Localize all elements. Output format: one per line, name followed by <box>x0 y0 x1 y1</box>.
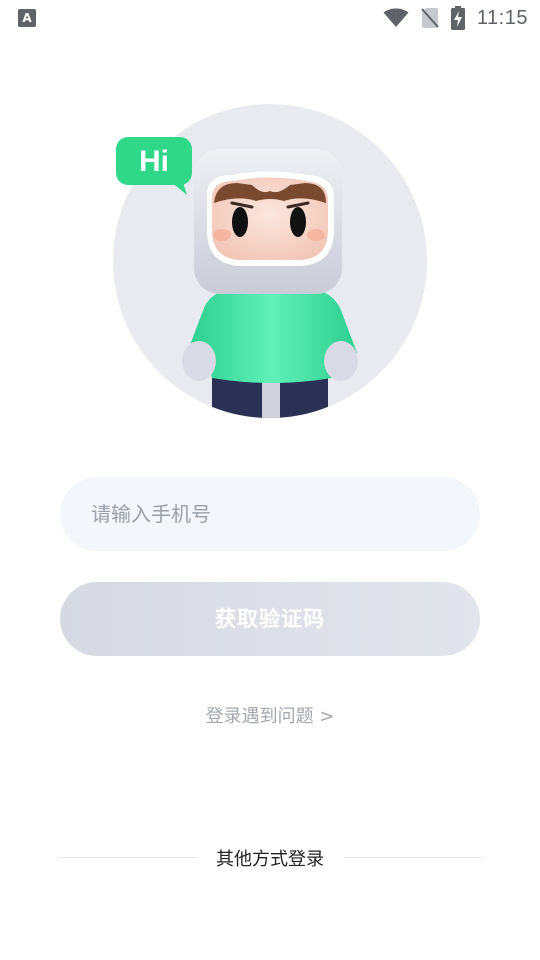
battery-charging-icon <box>450 6 465 30</box>
a-icon: A <box>18 9 36 27</box>
login-help-link[interactable]: 登录遇到问题 > <box>0 702 540 728</box>
no-sim-icon <box>421 8 439 28</box>
status-bar-right: 11:15 <box>383 6 528 30</box>
other-login-label: 其他方式登录 <box>216 849 324 870</box>
phone-input[interactable] <box>60 477 480 551</box>
speech-bubble-text: Hi <box>139 145 169 178</box>
wifi-icon <box>383 8 409 27</box>
phone-field-container <box>60 477 480 551</box>
status-time: 11:15 <box>476 6 528 29</box>
mascot-illustration: Hi <box>113 104 427 418</box>
status-bar: A 11:15 <box>0 0 540 38</box>
login-screen: A 11:15 Hi 请输入手机号 获取验证码 登录遇到问题 > 其他方式登录 <box>0 0 540 960</box>
get-code-button[interactable]: 获取验证码 <box>60 582 480 656</box>
